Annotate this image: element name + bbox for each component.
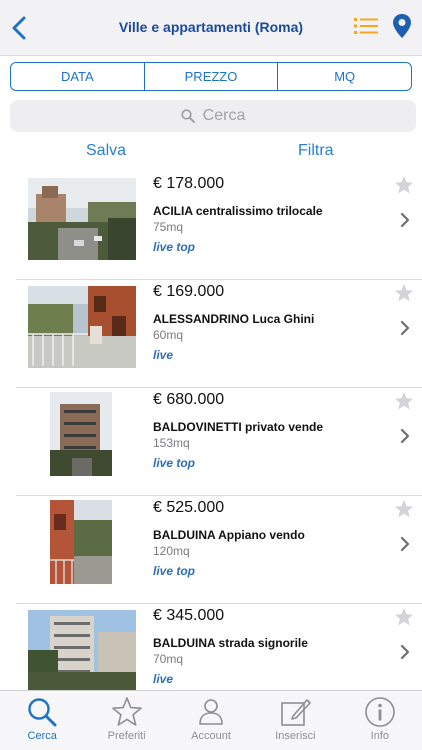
filter-button[interactable]: Filtra (298, 142, 334, 160)
star-icon (111, 696, 143, 728)
favorite-star-icon[interactable] (394, 283, 414, 303)
listing-row[interactable]: € 178.000 ACILIA centralissimo trilocale… (0, 172, 422, 280)
listing-badge: live (153, 672, 174, 686)
tab-inserisci[interactable]: Inserisci (253, 691, 337, 750)
tab-label: Inserisci (275, 730, 316, 742)
tab-account[interactable]: Account (169, 691, 253, 750)
listing-photo (50, 500, 112, 584)
search-input[interactable]: Cerca (10, 100, 416, 132)
favorite-star-icon[interactable] (394, 175, 414, 195)
favorite-star-icon[interactable] (394, 607, 414, 627)
tab-bar: Cerca Preferiti Account Inserisci Info (0, 690, 422, 750)
chevron-right-icon (400, 212, 410, 228)
tab-label: Preferiti (107, 730, 146, 742)
save-search-button[interactable]: Salva (86, 142, 126, 160)
listing-badge: live (153, 348, 174, 362)
tab-preferiti[interactable]: Preferiti (84, 691, 168, 750)
listing-price: € 680.000 (153, 391, 225, 408)
favorite-star-icon[interactable] (394, 499, 414, 519)
listing-row[interactable]: € 169.000 ALESSANDRINO Luca Ghini 60mq l… (0, 280, 422, 388)
tab-cerca[interactable]: Cerca (0, 691, 84, 750)
listing-title: BALDUINA Appiano vendo (153, 528, 305, 542)
listing-row[interactable]: € 525.000 BALDUINA Appiano vendo 120mq l… (0, 496, 422, 604)
listing-photo (28, 178, 136, 260)
listing-size: 60mq (153, 328, 184, 342)
sort-tab-mq[interactable]: MQ (277, 63, 411, 90)
listing-photo (28, 286, 136, 368)
listing-size: 120mq (153, 544, 190, 558)
tab-label: Cerca (27, 730, 57, 742)
list-icon[interactable] (354, 16, 378, 36)
chevron-right-icon (400, 428, 410, 444)
tab-info[interactable]: Info (338, 691, 422, 750)
listing-badge: live top (153, 564, 196, 578)
user-icon (195, 696, 227, 728)
sort-tab-prezzo[interactable]: PREZZO (143, 63, 278, 90)
listing-badge: live top (153, 456, 196, 470)
navigation-bar: Ville e appartamenti (Roma) (0, 0, 422, 56)
listing-title: ACILIA centralissimo trilocale (153, 204, 323, 218)
search-placeholder: Cerca (202, 107, 246, 124)
listing-price: € 169.000 (153, 283, 225, 300)
listing-price: € 525.000 (153, 499, 225, 516)
listing-price: € 178.000 (153, 175, 225, 192)
chevron-right-icon (400, 644, 410, 660)
listing-photo (28, 610, 136, 692)
sort-segmented-control: DATA PREZZO MQ (10, 62, 412, 91)
listing-photo (50, 392, 112, 476)
tab-label: Account (191, 730, 231, 742)
listing-title: BALDOVINETTI privato vende (153, 420, 324, 434)
search-icon (181, 109, 195, 123)
listing-row[interactable]: € 680.000 BALDOVINETTI privato vende 153… (0, 388, 422, 496)
listing-size: 75mq (153, 220, 184, 234)
listing-size: 153mq (153, 436, 190, 450)
edit-icon (279, 696, 312, 728)
tab-label: Info (370, 730, 389, 742)
chevron-right-icon (400, 536, 410, 552)
map-pin-icon[interactable] (392, 13, 412, 39)
listing-title: ALESSANDRINO Luca Ghini (153, 312, 315, 326)
favorite-star-icon[interactable] (394, 391, 414, 411)
chevron-right-icon (400, 320, 410, 336)
search-icon (26, 696, 58, 728)
info-icon (364, 696, 396, 728)
sort-tab-data[interactable]: DATA (11, 63, 144, 90)
listing-price: € 345.000 (153, 607, 225, 624)
listing-badge: live top (153, 240, 196, 254)
listing-title: BALDUINA strada signorile (153, 636, 308, 650)
listing-size: 70mq (153, 652, 184, 666)
